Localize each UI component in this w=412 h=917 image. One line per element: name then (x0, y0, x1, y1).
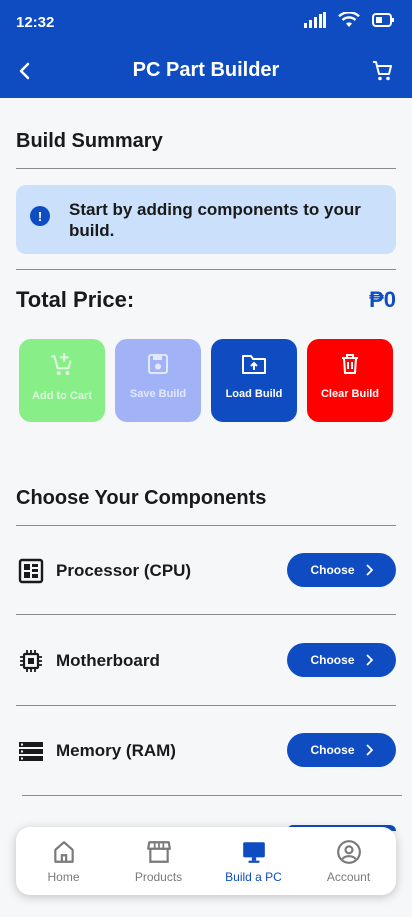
account-icon (336, 840, 361, 864)
alert-text: Start by adding components to your build… (69, 200, 361, 240)
nav-label: Build a PC (225, 870, 282, 884)
bottom-nav: Home Products Build a PC Account (16, 827, 396, 895)
trash-icon (342, 354, 358, 374)
nav-label: Account (326, 870, 371, 884)
choose-ram-button[interactable]: Choose (287, 733, 396, 767)
nav-item-home[interactable]: Home (16, 827, 111, 895)
save-build-button[interactable]: Save Build (115, 339, 201, 422)
components-title: Choose Your Components (16, 487, 267, 509)
chevron-right-icon (365, 564, 373, 576)
nav-item-products[interactable]: Products (111, 827, 206, 895)
save-icon (148, 354, 168, 374)
signal-icon (304, 12, 326, 28)
add-to-cart-button[interactable]: Add to Cart (19, 339, 105, 422)
status-time: 12:32 (16, 14, 55, 31)
chevron-right-icon (365, 654, 373, 666)
divider (16, 168, 396, 169)
chevron-right-icon (365, 744, 373, 756)
folder-upload-icon (242, 355, 266, 374)
app-header: PC Part Builder (0, 44, 412, 98)
component-row-motherboard: Motherboard Choose (16, 641, 396, 681)
cart-plus-icon (51, 353, 72, 376)
divider (16, 614, 396, 615)
component-label: Motherboard (56, 651, 160, 670)
total-price-label: Total Price: (16, 287, 135, 312)
monitor-icon (242, 842, 265, 863)
info-alert: ! Start by adding components to your bui… (16, 185, 396, 254)
nav-label: Products (134, 870, 183, 884)
save-build-label: Save Build (129, 388, 187, 400)
choose-label: Choose (310, 653, 355, 667)
motherboard-icon (20, 650, 42, 672)
cart-button[interactable] (368, 56, 398, 86)
choose-label: Choose (310, 563, 355, 577)
store-icon (146, 841, 171, 863)
load-build-button[interactable]: Load Build (211, 339, 297, 422)
clear-build-label: Clear Build (320, 388, 380, 400)
component-label: Memory (RAM) (56, 741, 176, 760)
home-icon (53, 841, 74, 863)
divider (16, 705, 396, 706)
status-icons (304, 12, 394, 28)
component-row-cpu: Processor (CPU) Choose (16, 551, 396, 591)
cpu-icon (18, 558, 44, 584)
divider (22, 795, 402, 796)
ram-icon (19, 742, 43, 761)
component-row-ram: Memory (RAM) Choose (16, 731, 396, 771)
total-price-value: ₱0 (369, 287, 396, 312)
status-bar: 12:32 (0, 0, 412, 44)
page-title: PC Part Builder (132, 59, 280, 81)
load-build-label: Load Build (225, 388, 283, 400)
nav-label: Home (47, 870, 80, 884)
nav-item-account[interactable]: Account (301, 827, 396, 895)
choose-motherboard-button[interactable]: Choose (287, 643, 396, 677)
nav-item-build-a-pc[interactable]: Build a PC (206, 827, 301, 895)
cart-icon (373, 61, 392, 81)
choose-label: Choose (310, 743, 355, 757)
info-icon: ! (30, 206, 50, 226)
build-summary-title: Build Summary (16, 130, 163, 152)
clear-build-button[interactable]: Clear Build (307, 339, 393, 422)
wifi-icon (338, 12, 360, 27)
component-label: Processor (CPU) (56, 561, 192, 580)
divider (16, 525, 396, 526)
add-to-cart-label: Add to Cart (32, 390, 92, 402)
divider (16, 269, 396, 270)
choose-cpu-button[interactable]: Choose (287, 553, 396, 587)
battery-icon (372, 13, 394, 27)
